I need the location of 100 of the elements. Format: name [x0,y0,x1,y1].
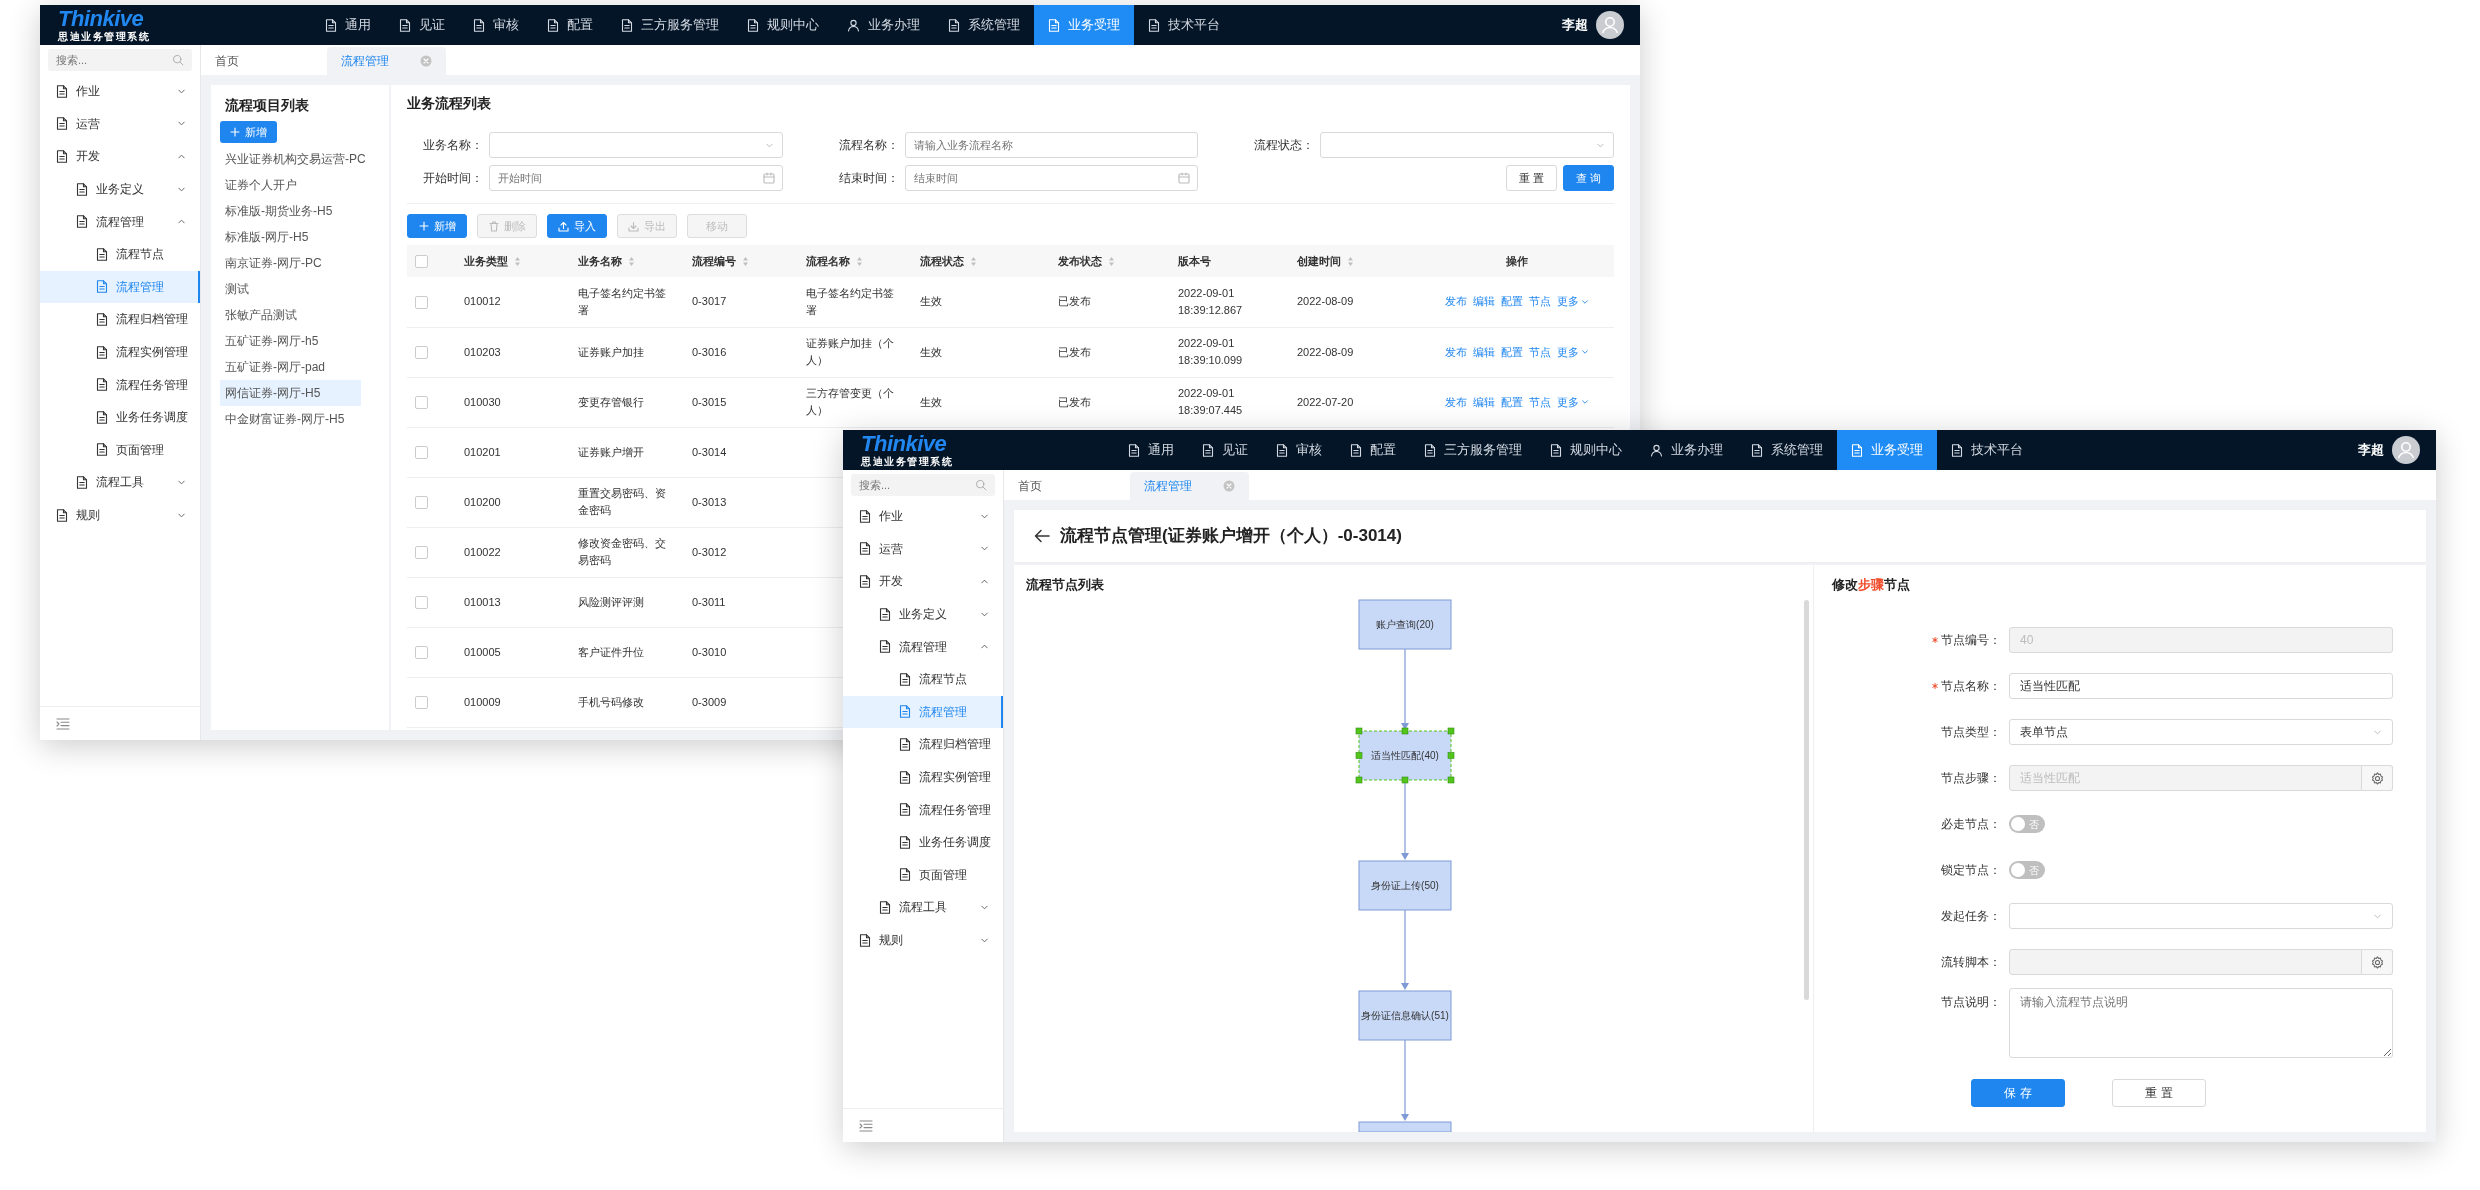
action-link[interactable]: 节点 [1528,393,1551,411]
flow-node[interactable]: 身份证上传(50) [1358,860,1452,911]
sidebar-item[interactable]: 流程实例管理 [40,335,200,369]
action-link[interactable]: 发布 [1444,293,1467,311]
nav-item[interactable]: 配置 [1336,430,1410,470]
nav-item[interactable]: 业务办理 [833,5,934,45]
checkbox[interactable] [415,446,428,460]
sort-icon[interactable] [970,255,977,267]
toolbar-button[interactable]: 导入 [547,214,607,238]
nav-item[interactable]: 三方服务管理 [607,5,733,45]
menu-icon[interactable] [859,1119,873,1132]
settings-button[interactable] [2362,765,2393,791]
action-link[interactable]: 编辑 [1472,293,1495,311]
input-field[interactable]: 请输入业务流程名称 [904,132,1199,158]
sidebar-item[interactable]: 流程管理 [843,630,1003,663]
toolbar-button[interactable]: 新增 [407,214,467,238]
action-link[interactable]: 发布 [1444,393,1467,411]
project-item[interactable]: 五矿证券-网厅-h5 [220,328,361,354]
save-button[interactable]: 保 存 [1971,1079,2065,1107]
sidebar-item[interactable]: 流程节点 [843,662,1003,696]
select-field[interactable] [2009,903,2393,929]
nav-item[interactable]: 通用 [1114,430,1188,470]
sidebar-item[interactable]: 流程任务管理 [40,368,200,401]
search-field[interactable]: 搜索... [851,474,995,496]
settings-button[interactable] [2362,949,2393,975]
back-icon[interactable] [1034,529,1050,543]
sidebar-item[interactable]: 业务任务调度 [843,825,1003,859]
sort-icon[interactable] [628,255,635,267]
tab[interactable]: 首页 [201,47,327,75]
sidebar-item[interactable]: 流程管理 [40,205,200,238]
nav-item[interactable]: 技术平台 [1937,430,2037,470]
action-link[interactable]: 更多 [1556,393,1589,411]
action-link[interactable]: 更多 [1556,343,1589,361]
sidebar-item[interactable]: 流程实例管理 [843,760,1003,794]
menu-icon[interactable] [56,717,70,730]
flow-node[interactable]: 账户查询(20) [1358,599,1452,650]
input-field[interactable]: 适当性匹配 [2009,673,2393,699]
action-link[interactable]: 节点 [1528,293,1551,311]
flow-node[interactable]: 适当性匹配(40) [1355,727,1455,784]
close-icon[interactable] [420,55,432,67]
checkbox[interactable] [415,696,428,710]
avatar[interactable] [1596,11,1624,39]
project-item[interactable]: 南京证券-网厅-PC [220,250,361,276]
reset-button[interactable]: 重 置 [2112,1079,2206,1107]
sidebar-item[interactable]: 规则 [40,498,200,532]
flow-node[interactable] [1358,1121,1452,1132]
action-link[interactable]: 更多 [1556,293,1589,311]
sidebar-item[interactable]: 页面管理 [40,433,200,467]
project-item[interactable]: 五矿证券-网厅-pad [220,354,361,380]
checkbox[interactable] [415,596,428,610]
sidebar-item[interactable]: 作业 [843,500,1003,533]
checkbox[interactable] [415,546,428,560]
select-field[interactable]: 表单节点 [2009,719,2393,745]
sidebar-item[interactable]: 流程节点 [40,237,200,271]
sort-icon[interactable] [1347,255,1354,267]
sidebar-item[interactable]: 流程工具 [40,466,200,499]
action-link[interactable]: 配置 [1500,343,1523,361]
project-item[interactable]: 证券个人开户 [220,172,361,198]
nav-item[interactable]: 三方服务管理 [1410,430,1536,470]
project-item[interactable]: 标准版-期货业务-H5 [220,198,361,224]
add-button[interactable]: 新增 [220,121,277,143]
project-item[interactable]: 标准版-网厅-H5 [220,224,361,250]
sidebar-item[interactable]: 页面管理 [843,858,1003,892]
date-field[interactable]: 开始时间 [489,165,783,191]
flow-node[interactable]: 身份证信息确认(51) [1358,990,1452,1041]
sidebar-item[interactable]: 流程工具 [843,891,1003,924]
project-item[interactable]: 网信证券-网厅-H5 [220,380,361,406]
nav-item[interactable]: 见证 [385,5,459,45]
sidebar-item[interactable]: 规则 [843,923,1003,957]
sort-icon[interactable] [856,255,863,267]
sort-icon[interactable] [514,255,521,267]
nav-item[interactable]: 业务办理 [1636,430,1737,470]
sidebar-item[interactable]: 业务任务调度 [40,400,200,434]
close-icon[interactable] [1223,480,1235,492]
nav-item[interactable]: 见证 [1188,430,1262,470]
sidebar-item[interactable]: 开发 [843,565,1003,598]
action-link[interactable]: 编辑 [1472,393,1495,411]
checkbox[interactable] [415,346,428,360]
avatar[interactable] [2392,436,2420,464]
nav-item[interactable]: 规则中心 [1536,430,1636,470]
checkbox[interactable] [415,646,428,660]
sidebar-item[interactable]: 流程任务管理 [843,793,1003,826]
nav-item[interactable]: 系统管理 [934,5,1034,45]
sidebar-item[interactable]: 流程归档管理 [40,303,200,336]
sidebar-item[interactable]: 开发 [40,140,200,173]
search-button[interactable]: 查 询 [1562,165,1614,191]
sidebar-item[interactable]: 运营 [843,532,1003,566]
date-field[interactable]: 结束时间 [904,165,1199,191]
action-link[interactable]: 节点 [1528,343,1551,361]
nav-item[interactable]: 配置 [533,5,607,45]
select-field[interactable] [1320,132,1614,158]
nav-item[interactable]: 通用 [311,5,385,45]
action-link[interactable]: 编辑 [1472,343,1495,361]
action-link[interactable]: 发布 [1444,343,1467,361]
checkbox[interactable] [415,255,428,269]
search-field[interactable]: 搜索... [48,49,192,71]
sidebar-item[interactable]: 作业 [40,75,200,108]
sidebar-item[interactable]: 业务定义 [843,597,1003,631]
sort-icon[interactable] [1108,255,1115,267]
project-item[interactable]: 张敏产品测试 [220,302,361,328]
